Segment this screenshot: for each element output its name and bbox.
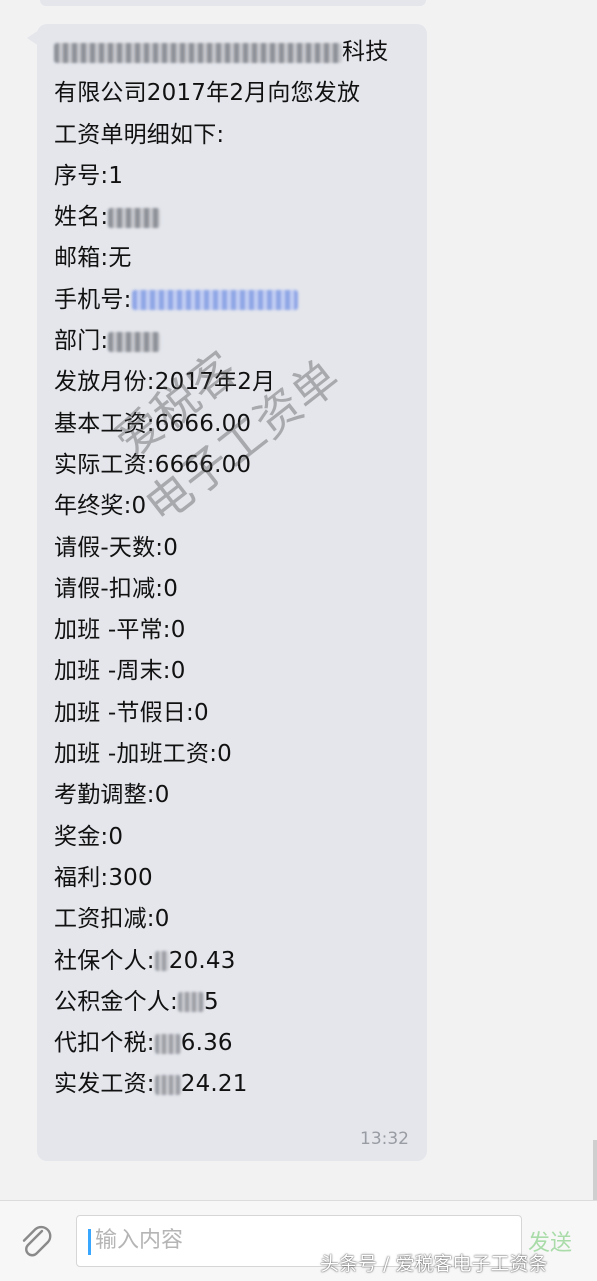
toutiao-watermark: 头条号 / 爱税客电子工资条 bbox=[320, 1253, 548, 1275]
serial-line: 序号:1 bbox=[54, 162, 124, 189]
paperclip-icon[interactable] bbox=[18, 1223, 54, 1263]
leave-deduction-line: 请假-扣减:0 bbox=[54, 575, 179, 602]
department-line: 部门: bbox=[54, 321, 388, 362]
redacted-digits bbox=[154, 1074, 181, 1095]
payslip-lines: 科技 有限公司2017年2月向您发放 工资单明细如下: 序号:1 姓名: 邮箱:… bbox=[54, 32, 388, 1106]
header-line-2: 有限公司2017年2月向您发放 bbox=[54, 80, 361, 107]
attendance-adjustment-line: 考勤调整:0 bbox=[54, 782, 170, 809]
email-line: 邮箱:无 bbox=[54, 245, 132, 272]
redacted-company-name bbox=[54, 42, 342, 63]
input-placeholder: 输入内容 bbox=[95, 1228, 184, 1253]
header-line-1: 科技 bbox=[54, 32, 388, 73]
payslip-message-bubble[interactable]: 科技 有限公司2017年2月向您发放 工资单明细如下: 序号:1 姓名: 邮箱:… bbox=[37, 24, 427, 1161]
message-timestamp: 13:32 bbox=[360, 1129, 409, 1149]
actual-salary-line: 实际工资:6666.00 bbox=[54, 451, 252, 478]
housing-fund-line: 公积金个人: 5 bbox=[54, 988, 219, 1015]
tax-line: 代扣个税: 6.36 bbox=[54, 1030, 233, 1057]
overtime-weekday-line: 加班 -平常:0 bbox=[54, 617, 186, 644]
redacted-digits bbox=[154, 1033, 181, 1054]
overtime-holiday-line: 加班 -节假日:0 bbox=[54, 699, 209, 726]
welfare-line: 福利:300 bbox=[54, 864, 153, 891]
redacted-digit bbox=[154, 951, 169, 972]
previous-message-bubble-edge bbox=[40, 0, 426, 6]
redacted-department bbox=[108, 331, 161, 352]
year-end-bonus-line: 年终奖:0 bbox=[54, 493, 147, 520]
salary-deduction-line: 工资扣减:0 bbox=[54, 906, 170, 933]
net-pay-line: 实发工资: 24.21 bbox=[54, 1071, 248, 1098]
redacted-name bbox=[108, 207, 161, 228]
scrollbar[interactable] bbox=[593, 1140, 597, 1200]
redacted-digits bbox=[177, 992, 204, 1013]
social-security-line: 社保个人: 20.43 bbox=[54, 947, 236, 974]
phone-line: 手机号: bbox=[54, 280, 388, 321]
redacted-phone-link[interactable] bbox=[131, 290, 298, 311]
header-line-3: 工资单明细如下: bbox=[54, 121, 225, 148]
text-caret bbox=[88, 1229, 91, 1255]
overtime-weekend-line: 加班 -周末:0 bbox=[54, 658, 186, 685]
overtime-pay-line: 加班 -加班工资:0 bbox=[54, 741, 232, 768]
leave-days-line: 请假-天数:0 bbox=[54, 534, 179, 561]
name-line: 姓名: bbox=[54, 197, 388, 238]
bonus-line: 奖金:0 bbox=[54, 823, 124, 850]
month-line: 发放月份:2017年2月 bbox=[54, 369, 276, 396]
base-salary-line: 基本工资:6666.00 bbox=[54, 410, 252, 437]
